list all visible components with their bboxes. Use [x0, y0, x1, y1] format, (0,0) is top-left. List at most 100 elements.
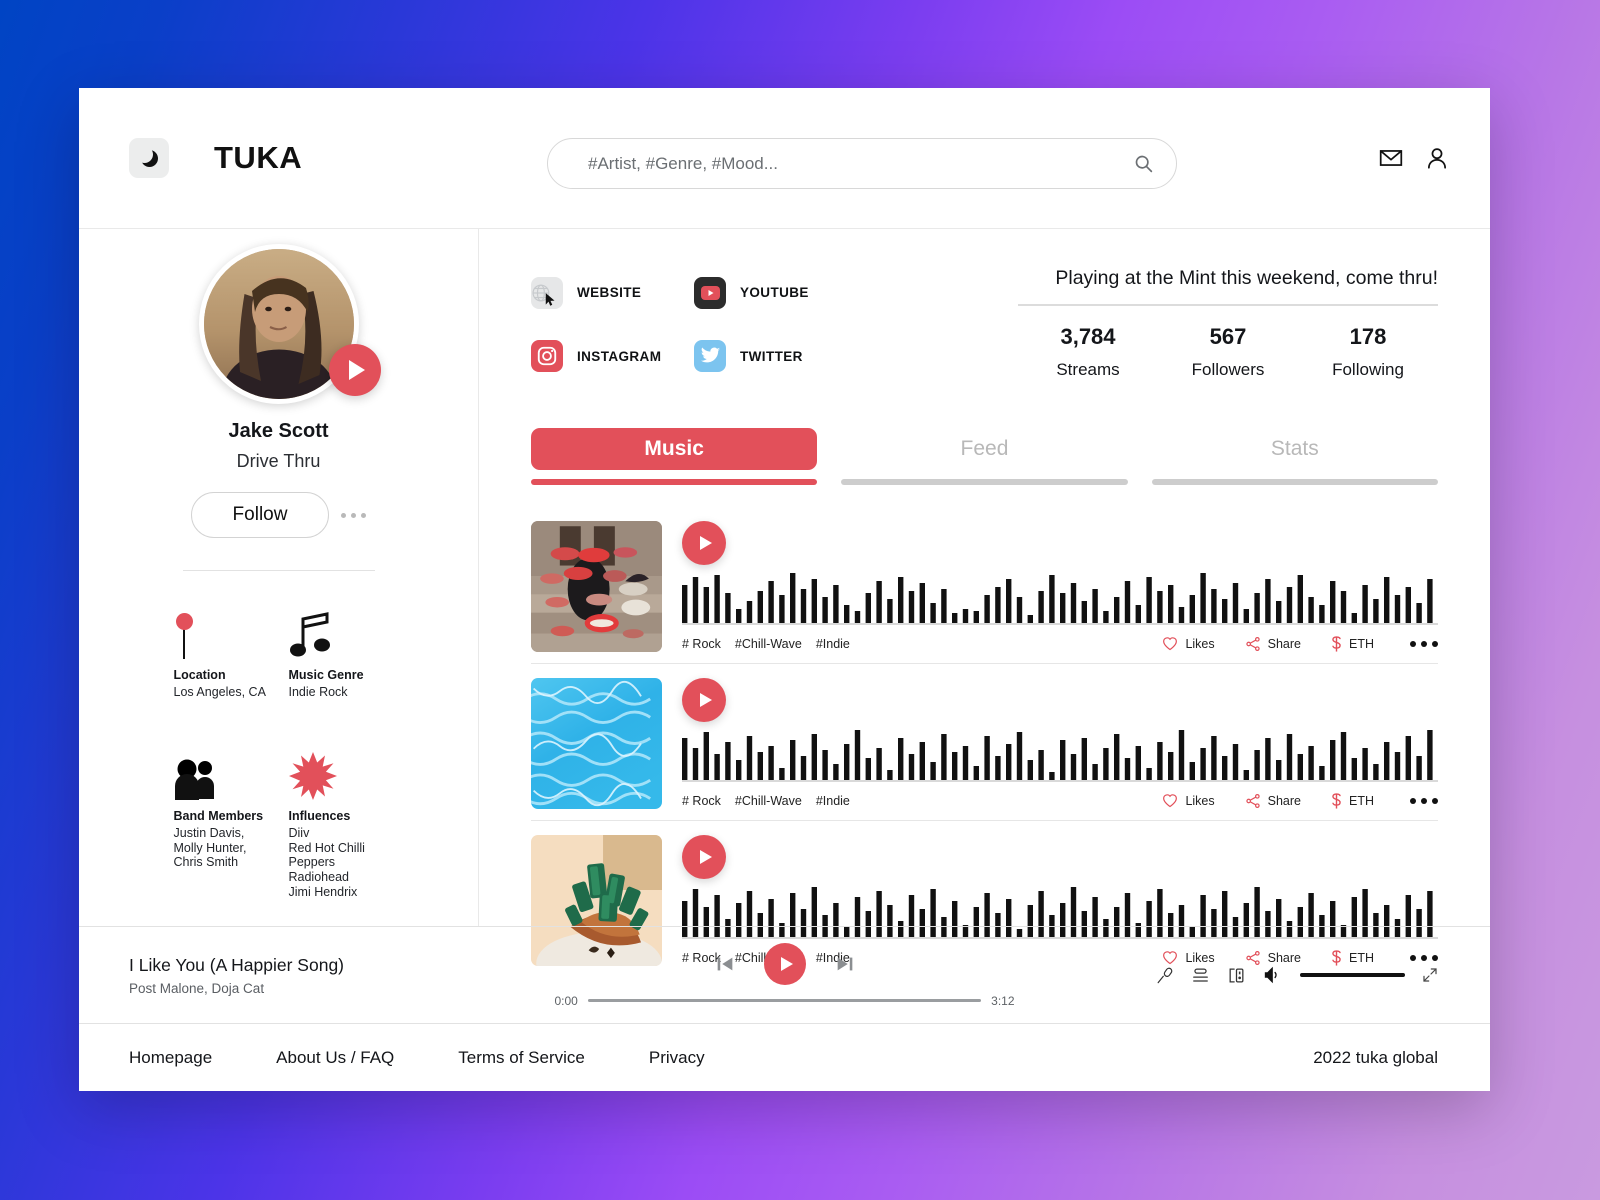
avatar-play-button[interactable]	[328, 344, 381, 396]
info-value: Indie Rock	[288, 685, 348, 699]
social-label: TWITTER	[740, 348, 803, 364]
info-genre: Music Genre Indie Rock	[289, 601, 384, 700]
app-body: Jake Scott Drive Thru Follow Location Lo…	[79, 229, 1490, 966]
social-links: WEBSITE YOUTUBE INSTAGRAM TWITTER	[531, 267, 857, 380]
seek-slider[interactable]	[587, 998, 982, 1003]
play-icon	[700, 536, 712, 550]
stat-streams: 3,784 Streams	[1018, 324, 1158, 380]
app-header: TUKA	[79, 88, 1490, 229]
starburst-icon	[288, 751, 337, 800]
track-artwork[interactable]	[531, 678, 662, 809]
social-label: YOUTUBE	[740, 285, 809, 301]
stat-label: Streams	[1056, 360, 1120, 379]
mail-icon[interactable]	[1378, 145, 1404, 171]
footer-link-terms[interactable]: Terms of Service	[458, 1048, 585, 1068]
social-link-youtube[interactable]: YOUTUBE	[694, 269, 857, 317]
waveform[interactable]	[682, 728, 1438, 780]
track-tag[interactable]: # Rock	[682, 794, 721, 808]
track-tag[interactable]: #Chill-Wave	[735, 637, 802, 651]
play-icon	[700, 693, 712, 707]
info-title: Music Genre	[288, 668, 364, 682]
tab-label: Feed	[960, 437, 1009, 460]
volume-icon[interactable]	[1263, 965, 1283, 985]
lips-collage-artwork	[531, 521, 662, 652]
tab-underline	[1151, 479, 1438, 485]
footer-link-homepage[interactable]: Homepage	[129, 1048, 212, 1068]
moon-icon	[135, 145, 158, 167]
footer-link-privacy[interactable]: Privacy	[649, 1048, 705, 1068]
like-button[interactable]: Likes	[1162, 793, 1215, 808]
share-button[interactable]: Share	[1245, 636, 1301, 652]
track-play-button[interactable]	[682, 835, 726, 879]
now-playing: I Like You (A Happier Song) Post Malone,…	[129, 955, 429, 996]
track-meta: # Rock #Chill-Wave #Indie Likes	[682, 792, 1438, 809]
track-tag[interactable]: #Indie	[816, 637, 850, 651]
like-label: Likes	[1185, 636, 1215, 651]
waveform[interactable]	[682, 571, 1438, 623]
tab-feed[interactable]: Feed	[841, 428, 1128, 485]
social-link-instagram[interactable]: INSTAGRAM	[531, 333, 694, 381]
social-label: INSTAGRAM	[577, 348, 662, 364]
track-actions: Likes Share ETH	[1162, 792, 1438, 809]
follow-button[interactable]: Follow	[191, 492, 329, 538]
track-tag[interactable]: #Indie	[816, 794, 850, 808]
waveform-baseline	[682, 623, 1438, 625]
track-play-button[interactable]	[682, 678, 726, 722]
play-icon	[780, 956, 793, 971]
more-dots-icon[interactable]	[341, 512, 366, 518]
track-more-icon[interactable]	[1410, 797, 1438, 804]
pool-water-artwork	[531, 678, 662, 809]
skip-next-icon[interactable]	[834, 953, 856, 975]
stat-label: Followers	[1191, 360, 1265, 379]
user-icon[interactable]	[1424, 145, 1450, 171]
stat-label: Following	[1332, 360, 1404, 379]
tab-label: Music	[531, 428, 818, 470]
queue-icon[interactable]	[1191, 966, 1210, 985]
search-icon[interactable]	[1133, 153, 1154, 174]
waveform-baseline	[682, 780, 1438, 782]
info-value: Justin Davis, Molly Hunter, Chris Smith	[173, 825, 247, 870]
instagram-icon	[531, 340, 563, 373]
sidebar-divider	[182, 570, 375, 571]
volume-slider[interactable]	[1300, 973, 1405, 977]
track-more-icon[interactable]	[1410, 640, 1438, 647]
microphone-icon[interactable]	[1155, 966, 1174, 985]
footer-link-about[interactable]: About Us / FAQ	[276, 1048, 394, 1068]
player-play-button[interactable]	[763, 942, 806, 985]
track-meta: # Rock #Chill-Wave #Indie Likes	[682, 635, 1438, 652]
search-input[interactable]	[588, 153, 1133, 174]
tab-music[interactable]: Music	[531, 428, 818, 485]
like-button[interactable]: Likes	[1162, 636, 1215, 651]
app-window: TUKA #Artist, #Genre, #Mood... Jake Scot…	[79, 88, 1490, 1091]
tab-underline	[841, 479, 1128, 485]
eth-button[interactable]: ETH	[1331, 792, 1374, 809]
track-tag[interactable]: # Rock	[682, 637, 721, 651]
stats-block: Playing at the Mint this weekend, come t…	[1018, 267, 1438, 380]
profile-name: Jake Scott	[228, 420, 329, 442]
share-button[interactable]: Share	[1245, 793, 1301, 809]
skip-previous-icon[interactable]	[714, 953, 736, 975]
band-members-icon	[174, 759, 214, 800]
expand-icon[interactable]	[1422, 967, 1438, 983]
social-link-twitter[interactable]: TWITTER	[694, 333, 857, 381]
track-tag[interactable]: #Chill-Wave	[735, 794, 802, 808]
top-row: WEBSITE YOUTUBE INSTAGRAM TWITTER Playin…	[531, 267, 1438, 380]
devices-icon[interactable]	[1227, 966, 1246, 985]
dollar-icon	[1332, 635, 1341, 652]
stat-number: 567	[1209, 324, 1247, 349]
track-body: # Rock #Chill-Wave #Indie Likes	[662, 521, 1438, 663]
social-link-website[interactable]: WEBSITE	[531, 269, 694, 317]
share-label: Share	[1267, 793, 1301, 808]
track-row: # Rock #Chill-Wave #Indie Likes	[531, 507, 1438, 664]
track-artwork[interactable]	[531, 521, 662, 652]
track-play-button[interactable]	[682, 521, 726, 565]
info-value: Diiv Red Hot Chilli Peppers Radiohead Ji…	[288, 825, 365, 899]
stat-followers: 567 Followers	[1158, 324, 1298, 380]
tab-stats[interactable]: Stats	[1151, 428, 1438, 485]
info-influences: Influences Diiv Red Hot Chilli Peppers R…	[288, 742, 384, 900]
tab-underline	[531, 479, 818, 485]
search-bar[interactable]	[547, 138, 1177, 189]
profile-sidebar: Jake Scott Drive Thru Follow Location Lo…	[79, 229, 479, 926]
eth-button[interactable]: ETH	[1331, 635, 1374, 652]
theme-toggle-button[interactable]	[129, 138, 169, 178]
